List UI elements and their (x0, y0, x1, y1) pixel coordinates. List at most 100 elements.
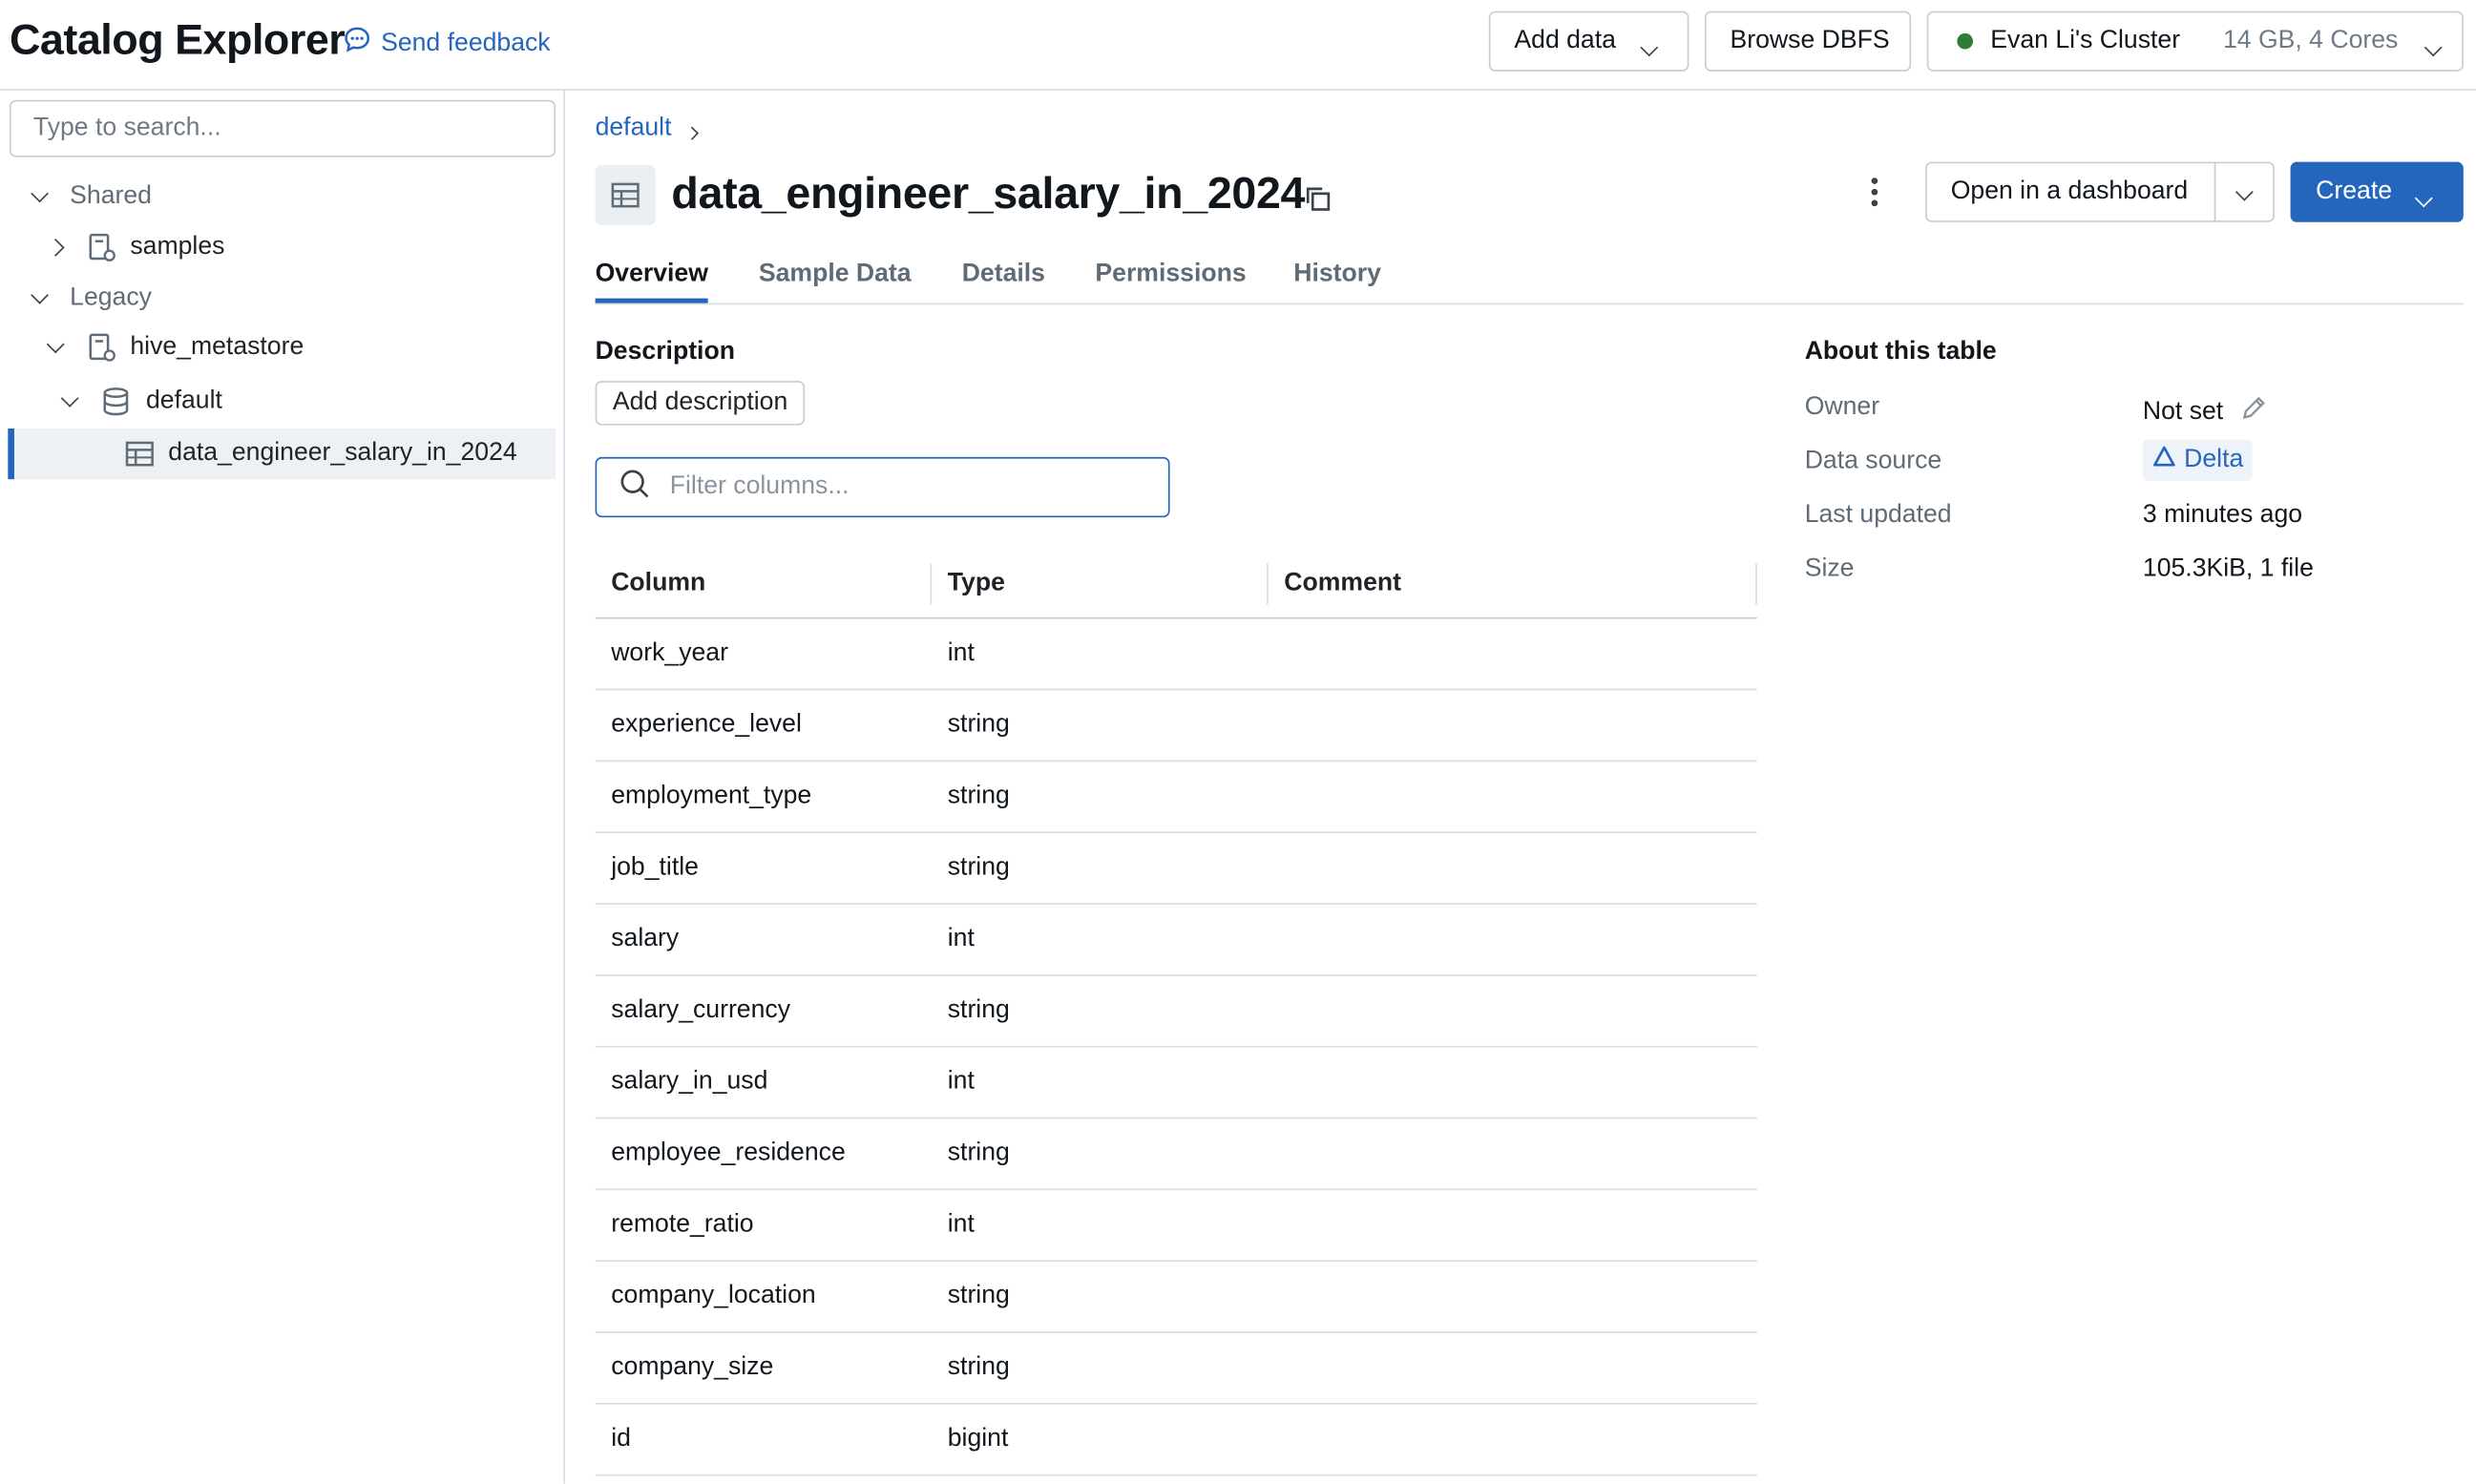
app-title: Catalog Explorer (9, 15, 346, 64)
column-comment-cell[interactable] (1268, 832, 1757, 905)
chat-bubble-icon (343, 26, 371, 62)
tree-item-data-engineer-salary-table[interactable]: data_engineer_salary_in_2024 (9, 428, 556, 480)
table-row: salary_currency string (595, 974, 1757, 1048)
column-comment-cell[interactable] (1268, 1189, 1757, 1263)
database-icon (100, 386, 132, 417)
tree-item-samples[interactable]: samples (10, 222, 556, 273)
last-updated-label: Last updated (1804, 501, 1952, 529)
tab-permissions[interactable]: Permissions (1095, 261, 1246, 289)
table-row: job_title string (595, 832, 1757, 905)
size-label: Size (1804, 555, 1855, 583)
column-name-cell: salary (595, 904, 933, 976)
add-description-button[interactable]: Add description (595, 381, 806, 426)
column-type-cell: string (932, 974, 1269, 1048)
column-type-cell: string (932, 689, 1269, 763)
tree-section-legacy[interactable]: Legacy (10, 273, 556, 324)
column-type-cell: bigint (932, 1403, 1269, 1476)
table-row: employee_residence string (595, 1118, 1757, 1191)
tree-item-label: data_engineer_salary_in_2024 (168, 439, 517, 467)
tab-sample-data[interactable]: Sample Data (759, 261, 912, 289)
tree-item-default[interactable]: default (10, 376, 556, 427)
table-row: remote_ratio int (595, 1189, 1757, 1263)
tab-details[interactable]: Details (962, 261, 1045, 289)
chevron-right-icon (685, 117, 700, 146)
tab-bar: Overview Sample Data Details Permissions… (595, 254, 2464, 305)
column-type-cell: int (932, 904, 1269, 976)
breadcrumb-link-default[interactable]: default (596, 115, 672, 143)
filter-columns-field[interactable] (595, 456, 1170, 518)
column-name-cell: experience_level (595, 689, 933, 763)
column-type-cell: int (932, 1046, 1269, 1119)
description-heading: Description (595, 338, 735, 366)
open-dashboard-dropdown[interactable] (2214, 161, 2275, 222)
table-row: work_year int (595, 617, 1757, 691)
breadcrumb: default (596, 111, 700, 146)
column-comment-cell[interactable] (1268, 904, 1757, 976)
data-source-badge: Delta (2142, 439, 2254, 481)
table-row: experience_level string (595, 689, 1757, 763)
pencil-icon[interactable] (2239, 393, 2268, 429)
column-header-type: Type (932, 551, 1269, 619)
columns-table: Column Type Comment work_year int experie… (595, 551, 1757, 1476)
column-type-cell: string (932, 1118, 1269, 1191)
column-type-cell: int (932, 1189, 1269, 1263)
filter-columns-input[interactable] (666, 470, 1149, 504)
add-description-label: Add description (612, 388, 788, 416)
open-dashboard-button[interactable]: Open in a dashboard (1925, 161, 2216, 222)
column-comment-cell[interactable] (1268, 689, 1757, 763)
owner-label: Owner (1804, 393, 1880, 421)
column-type-cell: string (932, 1332, 1269, 1405)
cluster-name: Evan Li's Cluster (1990, 27, 2181, 54)
column-name-cell: salary_in_usd (595, 1046, 933, 1119)
open-dashboard-label: Open in a dashboard (1950, 178, 2189, 205)
send-feedback-link[interactable]: Send feedback (343, 26, 551, 62)
kebab-menu-icon[interactable] (1857, 175, 1893, 210)
column-comment-cell[interactable] (1268, 1046, 1757, 1119)
last-updated-value: 3 minutes ago (2142, 501, 2303, 529)
column-type-cell: int (932, 617, 1269, 691)
tab-overview[interactable]: Overview (595, 261, 709, 303)
add-data-button[interactable]: Add data (1488, 10, 1689, 72)
data-source-label: Data source (1804, 447, 1942, 475)
create-button[interactable]: Create (2290, 161, 2464, 222)
column-name-cell: salary_currency (595, 974, 933, 1048)
table-row: salary_in_usd int (595, 1046, 1757, 1119)
chevron-down-icon (29, 285, 51, 309)
size-value: 105.3KiB, 1 file (2142, 555, 2314, 583)
column-comment-cell[interactable] (1268, 1118, 1757, 1191)
column-name-cell: id (595, 1403, 933, 1476)
chevron-down-icon (45, 335, 67, 359)
column-type-cell: string (932, 761, 1269, 834)
top-bar: Catalog Explorer Send feedback Add data … (0, 0, 2476, 91)
search-icon (619, 468, 651, 508)
column-comment-cell[interactable] (1268, 1332, 1757, 1405)
column-comment-cell[interactable] (1268, 1403, 1757, 1476)
tree-item-label: hive_metastore (130, 333, 304, 361)
tree-section-label: Shared (70, 182, 152, 210)
table-row: id bigint (595, 1403, 1757, 1476)
create-label: Create (2316, 178, 2393, 205)
column-comment-cell[interactable] (1268, 617, 1757, 691)
column-comment-cell[interactable] (1268, 761, 1757, 834)
tree-item-hive-metastore[interactable]: hive_metastore (10, 323, 556, 373)
add-data-label: Add data (1514, 27, 1616, 54)
chevron-down-icon (2414, 184, 2433, 213)
cluster-status-dot (1957, 32, 1973, 50)
browse-dbfs-button[interactable]: Browse DBFS (1704, 10, 1912, 72)
chevron-down-icon (59, 388, 81, 412)
column-comment-cell[interactable] (1268, 974, 1757, 1048)
copy-icon[interactable] (1302, 182, 1333, 222)
tab-history[interactable]: History (1293, 261, 1381, 289)
cluster-spec: 14 GB, 4 Cores (2222, 27, 2399, 54)
tree-section-label: Legacy (70, 283, 152, 311)
selection-indicator (8, 428, 14, 480)
column-comment-cell[interactable] (1268, 1261, 1757, 1333)
owner-value: Not set (2142, 397, 2224, 425)
owner-value-group: Not set (2143, 393, 2268, 429)
cluster-selector[interactable]: Evan Li's Cluster 14 GB, 4 Cores (1926, 10, 2464, 72)
column-name-cell: employee_residence (595, 1118, 933, 1191)
sidebar-search-input[interactable] (9, 99, 556, 157)
table-row: company_location string (595, 1261, 1757, 1333)
column-type-cell: string (932, 832, 1269, 905)
tree-section-shared[interactable]: Shared (10, 172, 556, 222)
